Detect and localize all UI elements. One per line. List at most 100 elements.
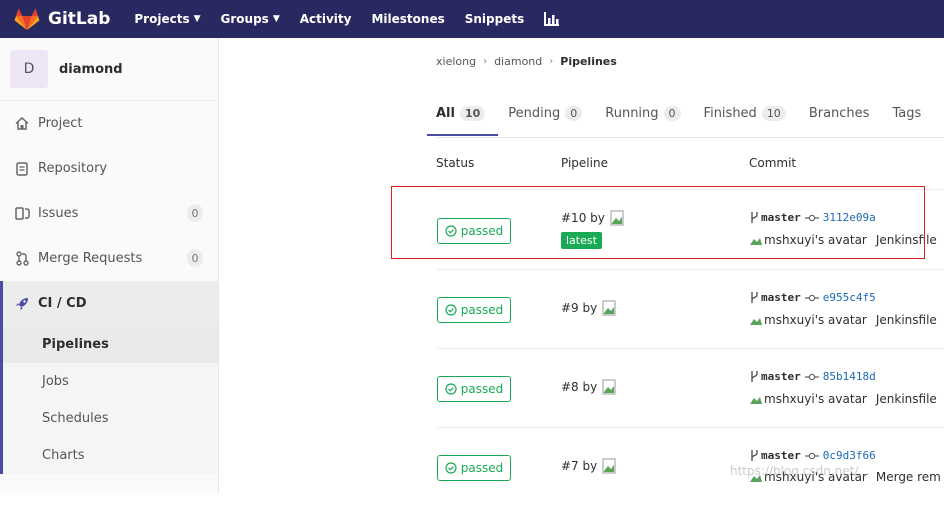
breadcrumb-current[interactable]: Pipelines (560, 55, 617, 68)
tab-label: Running (605, 105, 659, 121)
commit-icon (804, 452, 819, 459)
merge-request-icon (14, 251, 30, 267)
author-avatar-alt: mshxuyi's avatar (764, 313, 867, 327)
bar-chart-icon (544, 12, 560, 26)
tab-count-badge: 10 (459, 105, 486, 121)
sidebar-item-label: CI / CD (38, 296, 87, 311)
main-content: xielong › diamond › Pipelines All 10 Pend… (219, 38, 944, 493)
nav-milestones-label: Milestones (371, 12, 445, 26)
pipeline-id[interactable]: #10 by (561, 210, 624, 226)
branch-name[interactable]: master (761, 211, 801, 224)
nav-snippets[interactable]: Snippets (465, 12, 525, 26)
tab-finished[interactable]: Finished 10 (704, 90, 789, 136)
commit-message-link[interactable]: Jenkinsfile (876, 233, 937, 247)
commit-icon (804, 294, 819, 301)
table-row: passed #9 by master e955c4f5 mshxuyi's a… (436, 269, 944, 349)
tab-tags[interactable]: Tags (892, 90, 924, 136)
sidebar-subitem-charts[interactable]: Charts (0, 437, 218, 474)
tabs-divider (436, 137, 944, 138)
watermark: https://blog.csdn.net/... (730, 464, 870, 478)
commit-ref: master 85b1418d (749, 370, 876, 383)
branch-icon (751, 371, 758, 382)
commit-message-link[interactable]: Merge rem (876, 470, 941, 484)
pipeline-id-label: #8 by (561, 380, 598, 394)
pipeline-id[interactable]: #9 by (561, 300, 616, 316)
nav-groups[interactable]: Groups ▼ (221, 12, 280, 26)
chevron-right-icon: › (483, 56, 488, 67)
sidebar-item-label: Project (38, 116, 83, 131)
commit-sha-link[interactable]: 0c9d3f66 (823, 449, 876, 462)
project-avatar: D (10, 50, 48, 88)
commit-info: mshxuyi's avatar Jenkinsfile (749, 392, 937, 406)
issues-icon (14, 206, 30, 222)
tab-count-badge: 0 (663, 105, 681, 121)
chevron-right-icon: › (549, 56, 554, 67)
broken-image-icon (610, 210, 624, 226)
pipeline-id[interactable]: #8 by (561, 379, 616, 395)
commit-sha-link[interactable]: e955c4f5 (823, 291, 876, 304)
commit-message-link[interactable]: Jenkinsfile (876, 392, 937, 406)
check-circle-icon (445, 462, 457, 474)
pipeline-id-label: #10 by (561, 211, 605, 225)
branch-icon (751, 292, 758, 303)
home-icon (14, 116, 30, 132)
branch-name[interactable]: master (761, 370, 801, 383)
commit-ref: master 0c9d3f66 (749, 449, 876, 462)
breadcrumb-namespace[interactable]: xielong (436, 55, 476, 68)
project-name: diamond (59, 61, 123, 77)
tab-all[interactable]: All 10 (426, 90, 499, 136)
sidebar-subitem-schedules[interactable]: Schedules (0, 400, 218, 437)
branch-name[interactable]: master (761, 291, 801, 304)
author-avatar[interactable]: mshxuyi's avatar (749, 313, 867, 327)
commit-ref: master 3112e09a (749, 211, 876, 224)
status-label: passed (460, 382, 504, 396)
sidebar-item-issues[interactable]: Issues 0 (0, 191, 218, 236)
broken-image-icon (602, 300, 616, 316)
pipeline-id[interactable]: #7 by (561, 458, 616, 474)
broken-image-icon (602, 458, 616, 474)
nav-milestones[interactable]: Milestones (371, 12, 444, 26)
author-avatar[interactable]: mshxuyi's avatar (749, 233, 867, 247)
sidebar-item-project[interactable]: Project (0, 101, 218, 146)
branch-name[interactable]: master (761, 449, 801, 462)
sidebar-subitem-pipelines[interactable]: Pipelines (0, 326, 218, 363)
latest-badge: latest (561, 232, 602, 249)
nav-charts[interactable] (544, 12, 560, 26)
status-badge[interactable]: passed (437, 297, 511, 323)
chevron-down-icon: ▼ (272, 14, 280, 24)
status-label: passed (460, 303, 504, 317)
sidebar-subitem-label: Schedules (42, 411, 109, 426)
project-header[interactable]: D diamond (0, 38, 218, 101)
sidebar-item-label: Merge Requests (38, 251, 143, 266)
status-badge[interactable]: passed (437, 376, 511, 402)
tab-branches[interactable]: Branches (809, 90, 873, 136)
nav-activity[interactable]: Activity (300, 12, 352, 26)
commit-ref: master e955c4f5 (749, 291, 876, 304)
breadcrumb-project[interactable]: diamond (494, 55, 542, 68)
status-badge[interactable]: passed (437, 218, 511, 244)
table-row: passed #8 by master 85b1418d mshxuyi's a… (436, 348, 944, 428)
document-icon (14, 161, 30, 177)
branch-icon (751, 450, 758, 461)
tab-running[interactable]: Running 0 (605, 90, 683, 136)
sidebar-item-merge-requests[interactable]: Merge Requests 0 (0, 236, 218, 281)
commit-info: mshxuyi's avatar Jenkinsfile (749, 313, 937, 327)
author-avatar[interactable]: mshxuyi's avatar (749, 392, 867, 406)
nav-projects[interactable]: Projects ▼ (134, 12, 200, 26)
sidebar-subitem-jobs[interactable]: Jobs (0, 363, 218, 400)
chevron-down-icon: ▼ (193, 14, 201, 24)
sidebar-item-ci-cd[interactable]: CI / CD (0, 281, 218, 326)
nav-groups-label: Groups (220, 12, 269, 26)
commit-message-link[interactable]: Jenkinsfile (876, 313, 937, 327)
commit-sha-link[interactable]: 3112e09a (823, 211, 876, 224)
sidebar-item-repository[interactable]: Repository (0, 146, 218, 191)
gitlab-logo-link[interactable]: GitLab (14, 7, 134, 31)
status-badge[interactable]: passed (437, 455, 511, 481)
status-label: passed (460, 224, 504, 238)
author-avatar-alt: mshxuyi's avatar (764, 233, 867, 247)
commit-sha-link[interactable]: 85b1418d (823, 370, 876, 383)
pipeline-tabs: All 10 Pending 0 Running 0 Finished 10 Branc… (426, 90, 944, 136)
sidebar-item-label: Repository (38, 161, 108, 176)
tab-pending[interactable]: Pending 0 (508, 90, 585, 136)
pipeline-id-label: #9 by (561, 301, 598, 315)
